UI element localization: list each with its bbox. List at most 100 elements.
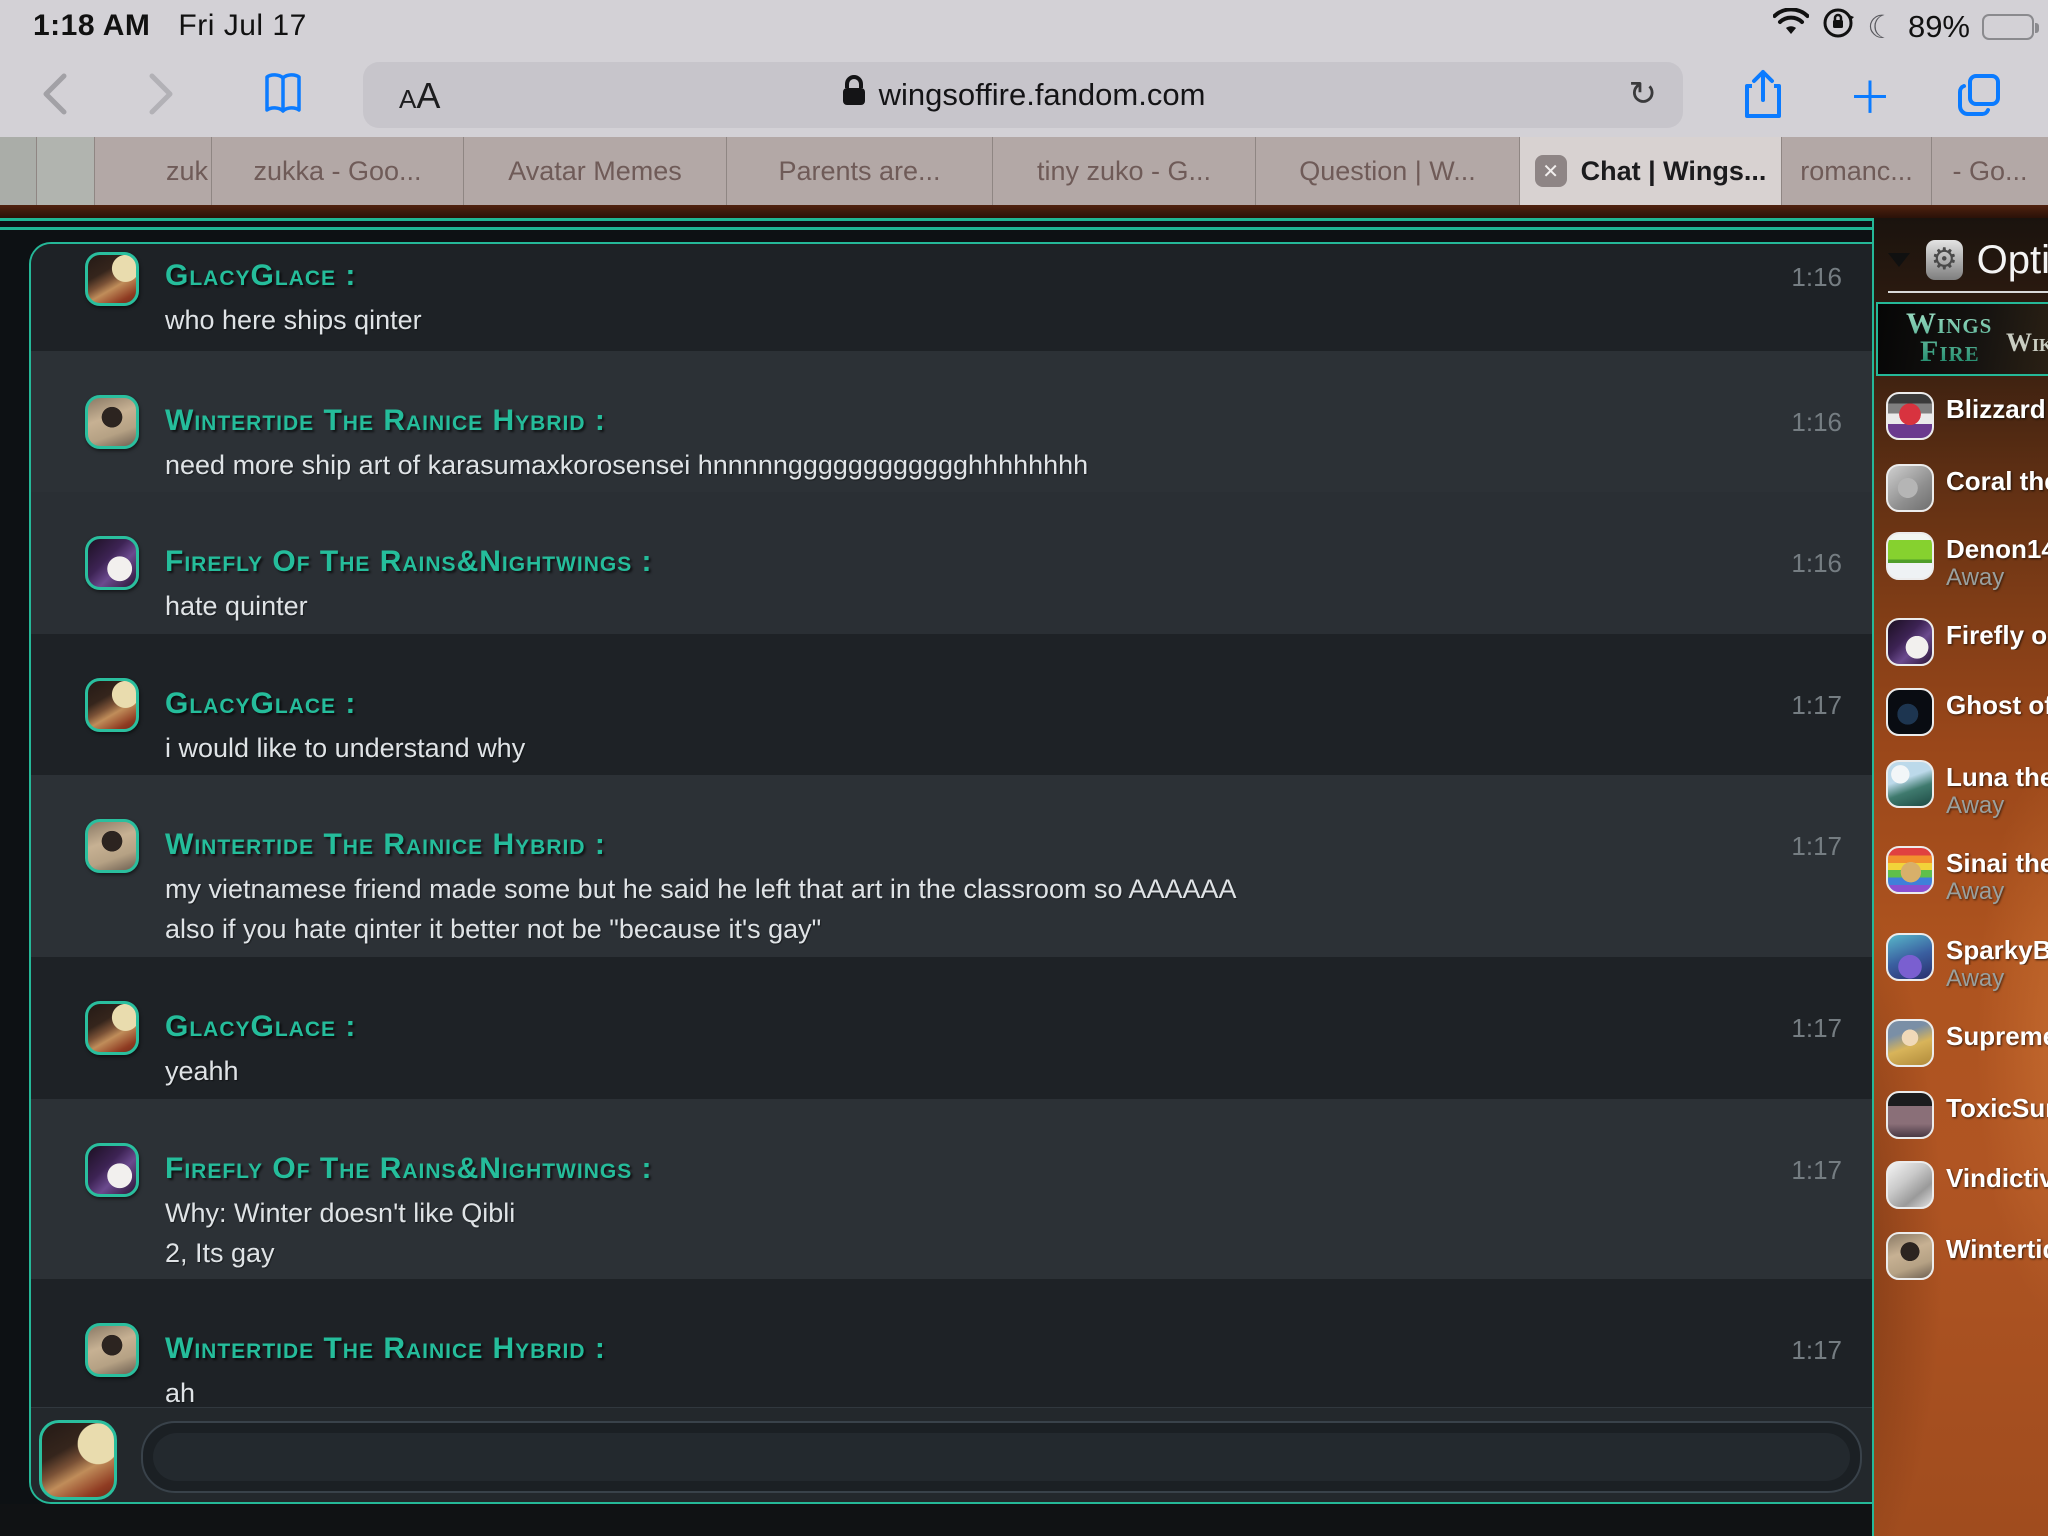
message-username[interactable]: GlacyGlace : (165, 1009, 1752, 1045)
user-list-item[interactable]: Denon14 Away (1874, 532, 2048, 618)
do-not-disturb-moon-icon: ☾ (1867, 11, 1896, 43)
options-label[interactable]: Opti (1977, 238, 2048, 283)
page-top-band (0, 205, 2048, 218)
avatar-ghost (1886, 688, 1934, 736)
options-row[interactable]: ⚙ Opti (1874, 236, 2048, 284)
chat-message: GlacyGlace : i would like to understand … (31, 634, 1872, 775)
message-username[interactable]: Firefly Of The Rains&Nightwings : (165, 544, 1752, 580)
chat-sidebar: ⚙ Opti Wings Fire Wiki Blizzard Coral th… (1872, 218, 2048, 1536)
message-text: my vietnamese friend made some but he sa… (165, 869, 1752, 909)
message-text: who here ships qinter (165, 300, 1752, 340)
message-input[interactable] (141, 1421, 1862, 1493)
user-list-item[interactable]: Blizzard (1874, 392, 2048, 464)
message-username[interactable]: Wintertide The Rainice Hybrid : (165, 1331, 1752, 1367)
message-timestamp: 1:17 (1791, 1155, 1842, 1186)
chat-message: GlacyGlace : who here ships qinter 1:16 (31, 244, 1872, 351)
user-list-item[interactable]: Firefly o (1874, 618, 2048, 688)
avatar-supreme (1886, 1019, 1934, 1067)
avatar-denon14 (1886, 532, 1934, 580)
message-username[interactable]: Firefly Of The Rains&Nightwings : (165, 1151, 1752, 1187)
tab-avatar-memes[interactable]: Avatar Memes (464, 137, 727, 205)
user-list-item[interactable]: Luna the Away (1874, 760, 2048, 846)
message-username[interactable]: Wintertide The Rainice Hybrid : (165, 827, 1752, 863)
avatar-vindictiv (1886, 1161, 1934, 1209)
avatar-firefly[interactable] (85, 536, 139, 590)
wiki-logo[interactable]: Wings Fire Wiki (1876, 302, 2048, 376)
tab-romanc[interactable]: romanc... (1782, 137, 1932, 205)
message-text: yeahh (165, 1051, 1752, 1091)
user-status: Away (1946, 792, 2048, 820)
tab-chat-wings-active[interactable]: ✕ Chat | Wings... (1520, 137, 1782, 205)
chevron-down-icon[interactable] (1888, 253, 1910, 267)
wiki-logo-suffix: Wiki (2006, 328, 2048, 358)
message-username[interactable]: Wintertide The Rainice Hybrid : (165, 403, 1752, 439)
forward-button[interactable] (136, 66, 186, 122)
tab-zukka[interactable]: zukka - Goo... (212, 137, 464, 205)
user-list-item[interactable]: Wintertid (1874, 1232, 2048, 1302)
avatar-wintertide[interactable] (85, 1323, 139, 1377)
user-list-item[interactable]: Sinai the Away (1874, 846, 2048, 933)
user-name: Ghost of (1946, 688, 2048, 720)
battery-percent: 89% (1908, 9, 1970, 45)
avatar-wintertide[interactable] (85, 819, 139, 873)
chat-log: GlacyGlace : who here ships qinter 1:16 … (29, 242, 1872, 1504)
tab-stub-left[interactable] (0, 137, 37, 205)
reload-icon[interactable]: ↻ (1629, 74, 1658, 114)
wiki-logo-text: Wings Fire (1906, 310, 1992, 366)
avatar-glacyglace[interactable] (85, 252, 139, 306)
message-input-row (31, 1407, 1872, 1502)
tab-go[interactable]: - Go... (1932, 137, 2048, 205)
user-name: Denon14 (1946, 532, 2048, 564)
tab-tiny-zuko[interactable]: tiny zuko - G... (993, 137, 1256, 205)
user-list-item[interactable]: SparkyBo Away (1874, 933, 2048, 1019)
tab-zuk[interactable]: zuk (95, 137, 212, 205)
user-list-item[interactable]: Ghost of (1874, 688, 2048, 760)
clock: 1:18 AM (33, 9, 150, 42)
user-list-item[interactable]: ToxicSun (1874, 1091, 2048, 1161)
message-username[interactable]: GlacyGlace : (165, 258, 1752, 294)
message-timestamp: 1:16 (1791, 262, 1842, 293)
user-name: Sinai the (1946, 846, 2048, 878)
user-list-item[interactable]: Supreme (1874, 1019, 2048, 1091)
message-text: hate quinter (165, 586, 1752, 626)
status-time-date: 1:18 AMFri Jul 17 (33, 9, 307, 43)
user-name: SparkyBo (1946, 933, 2048, 965)
user-list-item[interactable]: Coral the (1874, 464, 2048, 532)
avatar-glacyglace[interactable] (85, 678, 139, 732)
message-text: also if you hate qinter it better not be… (165, 909, 1752, 949)
tab-stub-left-2[interactable] (37, 137, 95, 205)
chat-message: GlacyGlace : yeahh 1:17 (31, 957, 1872, 1099)
tab-question[interactable]: Question | W... (1256, 137, 1520, 205)
message-username[interactable]: GlacyGlace : (165, 686, 1752, 722)
user-list-item[interactable]: Vindictiv (1874, 1161, 2048, 1232)
user-name: Coral the (1946, 464, 2048, 496)
avatar-sinai (1886, 846, 1934, 894)
avatar-sparkybo (1886, 933, 1934, 981)
close-tab-icon[interactable]: ✕ (1535, 155, 1567, 187)
tab-parents-are[interactable]: Parents are... (727, 137, 993, 205)
tab-overview-icon[interactable] (1955, 66, 2005, 122)
user-status: Away (1946, 564, 2048, 592)
message-timestamp: 1:16 (1791, 548, 1842, 579)
avatar-toxicsun (1886, 1091, 1934, 1139)
user-name: Blizzard (1946, 392, 2048, 424)
avatar-wintertid (1886, 1232, 1934, 1280)
rotation-lock-icon (1821, 6, 1855, 48)
status-bar: 1:18 AMFri Jul 17 ☾ 89% (0, 0, 2048, 52)
user-name: Firefly o (1946, 618, 2048, 650)
avatar-firefly (1886, 618, 1934, 666)
back-button[interactable] (30, 66, 80, 122)
gear-icon[interactable]: ⚙ (1926, 240, 1963, 280)
avatar-blizzard (1886, 392, 1934, 440)
wifi-icon (1773, 8, 1809, 46)
avatar-glacyglace[interactable] (85, 1001, 139, 1055)
user-status: Away (1946, 878, 2048, 906)
avatar-firefly[interactable] (85, 1143, 139, 1197)
bookmarks-icon[interactable] (258, 66, 308, 122)
current-user-avatar[interactable] (39, 1420, 117, 1500)
address-bar[interactable]: AA wingsoffire.fandom.com ↻ (363, 62, 1683, 128)
new-tab-plus-icon[interactable]: ＋ (1845, 66, 1895, 122)
url-text: wingsoffire.fandom.com (879, 77, 1206, 113)
avatar-wintertide[interactable] (85, 395, 139, 449)
share-icon[interactable] (1738, 66, 1788, 122)
